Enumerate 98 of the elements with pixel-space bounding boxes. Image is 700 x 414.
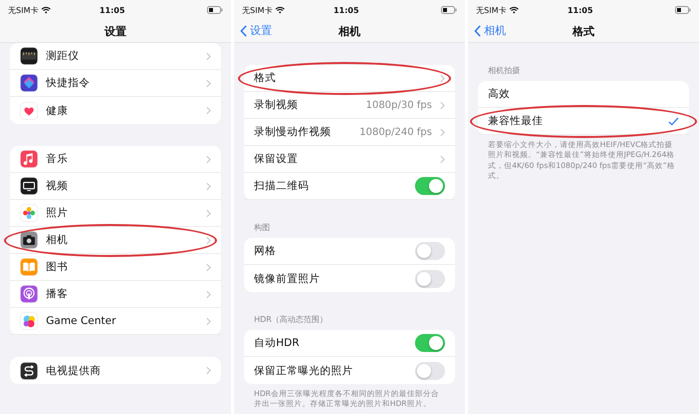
flower-icon [20,204,38,222]
wifi-icon [41,6,52,14]
back-button[interactable]: 设置 [240,23,272,38]
provider-icon [20,362,38,380]
settings-row[interactable]: Game Center [10,308,221,335]
settings-row[interactable]: 镜像前置照片 [244,265,455,292]
chevron-icon [206,208,211,218]
settings-row[interactable]: 录制慢动作视频 1080p/240 fps [244,119,455,146]
row-label: 高效 [488,87,511,101]
settings-row[interactable]: 健康 [10,97,221,124]
row-label: 录制视频 [254,98,299,112]
book-icon [20,258,38,276]
toggle-switch[interactable] [415,362,445,380]
settings-row[interactable]: 网格 [244,238,455,265]
settings-row[interactable]: 录制视频 1080p/30 fps [244,92,455,119]
chevron-icon [206,236,211,244]
chevron-icon [440,154,445,164]
chevron-icon [206,290,211,298]
row-label: 图书 [46,260,69,274]
chevron-icon [206,316,211,326]
row-label: 自动HDR [254,336,300,350]
row-label: 录制慢动作视频 [254,125,332,139]
settings-row[interactable]: 格式 [244,65,455,92]
section-header: HDR（高动态范围） [253,314,329,326]
settings-row[interactable]: 高效 [478,81,689,108]
row-value: 1080p/30 fps [366,100,432,110]
row-label: 相机 [46,233,69,247]
shortcuts-icon [20,74,38,92]
row-label: 电视提供商 [46,364,102,378]
podcast-icon [20,285,38,303]
row-label: 扫描二维码 [254,179,310,193]
settings-row[interactable]: 自动HDR [244,330,455,357]
nav-title: 相机 [338,24,360,38]
back-chevron-icon [240,24,247,36]
chevron-icon [440,74,445,82]
chevron-icon [440,128,445,136]
nav-title: 设置 [104,24,126,38]
settings-row[interactable]: 相机 [10,227,221,254]
toggle-switch[interactable] [415,270,445,288]
clock-time: 11:05 [98,6,126,14]
back-button[interactable]: 相机 [474,23,506,38]
row-label: 保留设置 [254,152,299,166]
settings-row[interactable]: 测距仪 [10,43,221,70]
settings-row[interactable]: 保留设置 [244,146,455,173]
row-value: 1080p/240 fps [359,126,432,138]
row-label: 快捷指令 [46,76,91,90]
camera-icon [20,231,38,249]
row-label: 播客 [46,287,69,301]
chevron-icon [206,262,211,272]
row-label: 音乐 [46,152,69,166]
settings-row[interactable]: 图书 [10,254,221,281]
clock-time: 11:05 [332,6,360,14]
section-header: 构图 [253,222,271,234]
row-label: 健康 [46,104,69,118]
settings-row[interactable]: 播客 [10,281,221,308]
music-icon [20,150,38,168]
settings-row[interactable]: 扫描二维码 [244,173,455,200]
carrier-text: 无SIM卡 [476,4,506,16]
battery-icon [675,6,691,14]
battery-icon [441,6,457,14]
row-label: 镜像前置照片 [254,272,321,286]
nav-title: 格式 [572,24,594,38]
wifi-icon [509,6,520,14]
toggle-switch[interactable] [415,177,445,195]
clock-time: 11:05 [566,6,594,14]
battery-icon [207,6,223,14]
settings-row[interactable]: 照片 [10,200,221,227]
chevron-icon [206,154,211,164]
chevron-icon [206,78,211,88]
settings-row[interactable]: 兼容性最佳 [478,108,689,135]
settings-row[interactable]: 音乐 [10,146,221,173]
row-label: 保留正常曝光的照片 [254,364,354,378]
wifi-icon [275,6,286,14]
settings-row[interactable]: 视频 [10,173,221,200]
row-label: 照片 [46,206,69,220]
row-label: 视频 [46,179,69,193]
back-chevron-icon [474,24,481,36]
carrier-text: 无SIM卡 [8,4,38,16]
settings-row[interactable]: 电视提供商 [10,357,221,384]
bubbles-icon [20,312,38,330]
settings-row[interactable]: 快捷指令 [10,70,221,97]
tv-icon [20,177,38,195]
chevron-icon [206,366,211,375]
settings-row[interactable]: 保留正常曝光的照片 [244,357,455,384]
chevron-icon [440,100,445,110]
section-header: 相机拍摄 [487,65,521,77]
toggle-switch[interactable] [415,334,445,352]
carrier-text: 无SIM卡 [242,4,272,16]
row-label: 测距仪 [46,49,80,63]
ruler-icon [20,47,38,65]
chevron-icon [206,106,211,115]
chevron-icon [206,52,211,60]
toggle-switch[interactable] [415,242,445,260]
row-label: 网格 [254,244,277,258]
row-label: 兼容性最佳 [488,114,544,128]
chevron-icon [206,182,211,190]
row-label: 格式 [254,71,277,85]
row-label: Game Center [46,315,117,327]
